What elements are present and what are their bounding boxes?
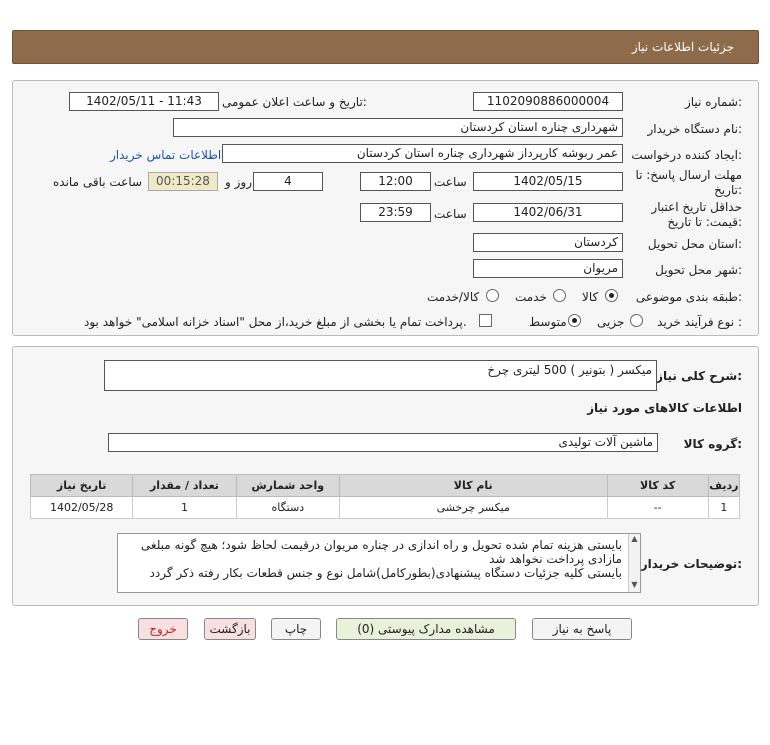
need-number-field: 1102090886000004 — [473, 92, 623, 111]
reply-button[interactable]: پاسخ به نیاز — [532, 618, 632, 640]
requester-field: عمر ربوشه کارپرداز شهرداری چناره استان ک… — [222, 144, 623, 163]
page-title: جزئیات اطلاعات نیاز — [631, 40, 734, 54]
process-minor-label: جزیی — [597, 315, 625, 329]
process-medium-label: متوسط — [529, 315, 567, 329]
buyer-note-line-2: بایستی کلیه جزئیات دستگاه پیشنهادی(بطورک… — [149, 566, 622, 580]
goods-group-label: گروه کالا: — [683, 437, 742, 451]
process-medium-radio[interactable] — [568, 314, 581, 327]
cell-code: -- — [606, 496, 709, 519]
goods-group-field: ماشین آلات تولیدی — [108, 433, 658, 452]
goods-table: ردیف کد کالا نام کالا واحد شمارش تعداد /… — [29, 474, 741, 519]
purchase-process-label: نوع فرآیند خرید : — [657, 315, 742, 329]
treasury-note: پرداخت تمام یا بخشی از مبلغ خرید،از محل … — [84, 315, 467, 329]
scroll-up-icon[interactable]: ▲ — [629, 534, 640, 544]
cell-unit: دستگاه — [235, 496, 340, 519]
delivery-city-label: شهر محل تحویل: — [655, 263, 742, 277]
announce-field: 1402/05/11 - 11:43 — [69, 92, 219, 111]
price-validity-time-field: 23:59 — [360, 203, 431, 222]
announce-label: تاریخ و ساعت اعلان عمومی: — [222, 95, 367, 109]
buyer-contact-link[interactable]: اطلاعات تماس خریدار — [110, 148, 221, 162]
col-qty: تعداد / مقدار — [132, 474, 237, 497]
exit-button[interactable]: خروج — [138, 618, 188, 640]
requester-label: ایجاد کننده درخواست: — [631, 148, 742, 162]
category-goods-label: کالا — [582, 290, 599, 304]
category-goods-service-label: کالا/خدمت — [427, 290, 480, 304]
scroll-down-icon[interactable]: ▼ — [629, 580, 640, 590]
cell-qty: 1 — [132, 496, 237, 519]
process-minor-radio[interactable] — [630, 314, 643, 327]
col-code: کد کالا — [606, 474, 709, 497]
cell-row: 1 — [707, 496, 741, 519]
category-service-label: خدمت — [515, 290, 547, 304]
category-goods-service-radio[interactable] — [486, 289, 499, 302]
cell-name: میکسر چرخشی — [338, 496, 608, 519]
buyer-notes-scrollbar[interactable]: ▲ ▼ — [628, 534, 640, 592]
buyer-notes-box[interactable]: بایستی هزینه تمام شده تحویل و راه اندازی… — [117, 533, 641, 593]
col-name: نام کالا — [338, 474, 608, 497]
back-button[interactable]: بازگشت — [204, 618, 256, 640]
reply-time-label: ساعت — [434, 175, 467, 189]
price-validity-date-field: 1402/06/31 — [473, 203, 623, 222]
days-label: روز و — [225, 175, 252, 189]
buyer-notes-label: توضیحات خریدار: — [640, 557, 742, 571]
reply-deadline-label-2: تاریخ: — [714, 183, 742, 197]
treasury-checkbox[interactable] — [479, 314, 492, 327]
col-row: ردیف — [707, 474, 741, 497]
print-button[interactable]: چاپ — [271, 618, 321, 640]
delivery-province-label: استان محل تحویل: — [647, 237, 742, 251]
need-number-label: شماره نیاز: — [684, 95, 742, 109]
category-service-radio[interactable] — [553, 289, 566, 302]
buyer-org-field: شهرداری چناره استان کردستان — [173, 118, 623, 137]
delivery-city-field: مریوان — [473, 259, 623, 278]
remaining-label: ساعت باقی مانده — [53, 175, 143, 189]
col-date: تاریخ نیاز — [29, 474, 134, 497]
reply-deadline-label-1: مهلت ارسال پاسخ: تا — [635, 168, 742, 182]
buyer-note-line-1: بایستی هزینه تمام شده تحویل و راه اندازی… — [140, 538, 622, 566]
table-row[interactable]: 1 -- میکسر چرخشی دستگاه 1 1402/05/28 — [29, 496, 741, 519]
view-attachments-button[interactable]: مشاهده مدارک پیوستی (0) — [336, 618, 516, 640]
table-header-row: ردیف کد کالا نام کالا واحد شمارش تعداد /… — [29, 474, 741, 497]
price-validity-time-label: ساعت — [434, 207, 467, 221]
remaining-time-field: 00:15:28 — [148, 172, 218, 191]
price-validity-label-2: قیمت: تا تاریخ: — [667, 215, 742, 229]
general-desc-field: میکسر ( بتونیر ) 500 لیتری چرخ — [104, 360, 657, 391]
category-goods-radio[interactable] — [605, 289, 618, 302]
cell-date: 1402/05/28 — [29, 496, 134, 519]
page-header: جزئیات اطلاعات نیاز — [12, 30, 759, 64]
days-field: 4 — [253, 172, 323, 191]
buyer-org-label: نام دستگاه خریدار: — [647, 122, 743, 136]
col-unit: واحد شمارش — [235, 474, 340, 497]
goods-info-title: اطلاعات کالاهای مورد نیاز — [587, 401, 742, 415]
category-label: طبقه بندی موضوعی: — [635, 290, 742, 304]
price-validity-label-1: حداقل تاریخ اعتبار — [651, 200, 742, 214]
reply-date-field: 1402/05/15 — [473, 172, 623, 191]
delivery-province-field: کردستان — [473, 233, 623, 252]
reply-time-field: 12:00 — [360, 172, 431, 191]
general-desc-label: شرح کلی نیاز: — [656, 369, 742, 383]
